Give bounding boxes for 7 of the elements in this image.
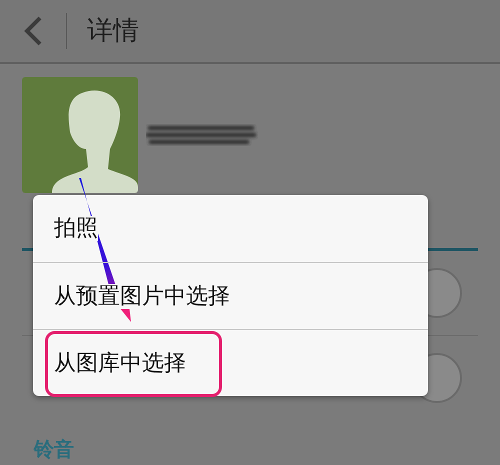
page-title: 详情 <box>87 14 139 48</box>
menu-option[interactable]: 从预置图片中选择 <box>33 262 428 329</box>
menu-option[interactable]: 拍照 <box>33 195 428 262</box>
section-header: 铃音 <box>32 436 75 463</box>
back-icon[interactable] <box>22 15 44 47</box>
menu-option[interactable]: 从图库中选择 <box>33 329 428 396</box>
avatar-icon[interactable] <box>22 77 138 193</box>
